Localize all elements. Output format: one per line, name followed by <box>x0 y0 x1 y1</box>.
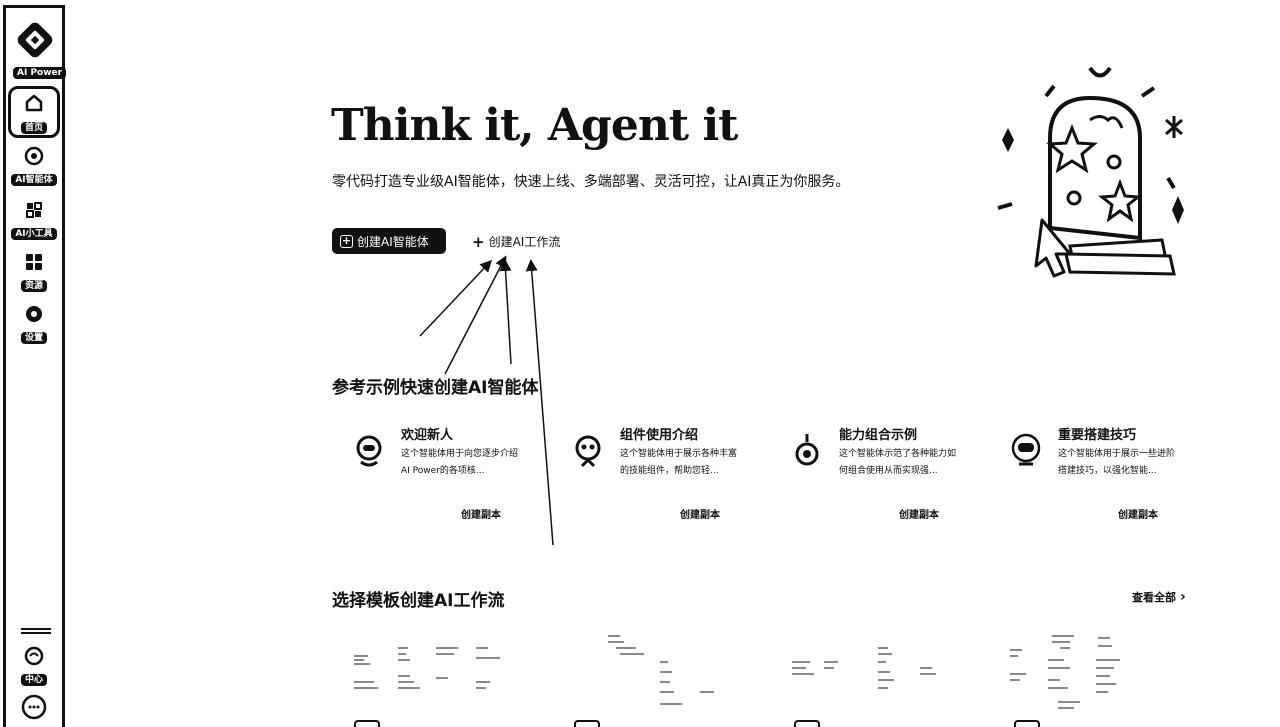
create-agent-button[interactable]: + 创建AI智能体 <box>332 228 446 254</box>
card-title: 欢迎新人 <box>401 428 454 443</box>
sidebar-item-settings[interactable]: 设置 <box>6 304 62 344</box>
sidebar-item-label: 中心 <box>20 674 47 686</box>
view-all-link[interactable]: 查看全部 › <box>1132 589 1186 605</box>
logo-icon <box>17 22 53 58</box>
hero-illustration <box>997 66 1184 278</box>
hero-title: Think it, Agent it <box>331 100 738 151</box>
template-icon <box>1014 720 1040 727</box>
sidebar-item-tools[interactable]: AI小工具 <box>6 200 62 240</box>
workflow-preview-thumbnail <box>608 635 714 705</box>
create-agent-label: 创建AI智能体 <box>357 234 429 249</box>
agent-icon <box>24 146 44 166</box>
workflow-template-card[interactable] <box>560 632 760 727</box>
create-copy-button[interactable]: 创建副本 <box>680 506 720 521</box>
card-description: 这个智能体用于向您逐步介绍AI Power的各项核... <box>401 449 519 476</box>
workflow-template-card[interactable] <box>780 632 980 727</box>
create-copy-button[interactable]: 创建副本 <box>1118 506 1158 521</box>
example-card[interactable]: 欢迎新人 这个智能体用于向您逐步介绍AI Power的各项核... 创建副本 <box>333 420 543 521</box>
sidebar-item-label: 首页 <box>20 122 47 134</box>
template-icon <box>574 720 600 727</box>
workflow-preview-thumbnail <box>354 647 500 689</box>
sidebar-item-home[interactable]: 首页 <box>8 86 60 138</box>
card-title: 重要搭建技巧 <box>1058 428 1137 443</box>
tools-icon <box>26 202 42 218</box>
plus-icon: + <box>472 232 485 251</box>
app-root: AI Power 首页 AI智能体 AI小工具 资源 设置 中心 Think i… <box>0 0 1280 727</box>
workflow-preview-thumbnail <box>792 647 936 689</box>
logo-label: AI Power <box>13 67 67 79</box>
robot-avatar-icon <box>356 435 382 467</box>
card-description: 这个智能体示范了各种能力如何组合使用从而实现强... <box>839 449 957 476</box>
grid-icon <box>26 254 42 270</box>
home-icon <box>25 94 43 112</box>
sidebar-item-label: AI智能体 <box>11 174 57 186</box>
chat-icon <box>21 694 47 720</box>
create-copy-button[interactable]: 创建副本 <box>461 506 501 521</box>
example-card[interactable]: 能力组合示例 这个智能体示范了各种能力如何组合使用从而实现强... 创建副本 <box>771 420 981 521</box>
create-workflow-label: 创建AI工作流 <box>488 235 561 249</box>
sidebar-item-agent[interactable]: AI智能体 <box>6 146 62 186</box>
card-description: 这个智能体用于展示一些进阶搭建技巧，以强化智能... <box>1058 449 1176 476</box>
example-card[interactable]: 组件使用介绍 这个智能体用于展示各种丰富的技能组件，帮助您轻... 创建副本 <box>552 420 762 521</box>
templates-title: 选择模板创建AI工作流 <box>332 591 505 611</box>
chevron-right-icon: › <box>1180 589 1186 605</box>
sidebar-item-chat[interactable] <box>6 694 62 721</box>
create-workflow-button[interactable]: + 创建AI工作流 <box>472 233 560 250</box>
view-all-label: 查看全部 <box>1132 591 1176 604</box>
template-icon <box>354 720 380 727</box>
examples-title: 参考示例快速创建AI智能体 <box>332 378 539 398</box>
workflow-preview-thumbnail <box>1010 635 1120 709</box>
card-title: 组件使用介绍 <box>620 428 699 443</box>
sidebar-item-center[interactable]: 中心 <box>6 646 62 686</box>
create-copy-button[interactable]: 创建副本 <box>899 506 939 521</box>
sidebar-item-resources[interactable]: 资源 <box>6 252 62 292</box>
robot-avatar-icon <box>795 434 819 466</box>
workflow-template-card[interactable] <box>1000 632 1200 727</box>
robot-avatar-icon <box>1011 433 1041 466</box>
sidebar-divider <box>21 628 51 634</box>
settings-icon <box>26 306 42 322</box>
workflow-template-card[interactable] <box>340 632 540 727</box>
template-icon <box>794 720 820 727</box>
sidebar-item-label: AI小工具 <box>11 228 57 240</box>
plus-icon: + <box>340 233 353 248</box>
example-card[interactable]: 重要搭建技巧 这个智能体用于展示一些进阶搭建技巧，以强化智能... 创建副本 <box>990 420 1200 521</box>
sidebar: AI Power 首页 AI智能体 AI小工具 资源 设置 中心 <box>3 5 67 727</box>
hero-subtitle: 零代码打造专业级AI智能体，快速上线、多端部署、灵活可控，让AI真正为你服务。 <box>332 174 850 190</box>
app-logo[interactable]: AI Power <box>13 20 67 79</box>
sidebar-item-label: 资源 <box>20 280 47 292</box>
card-title: 能力组合示例 <box>839 428 918 443</box>
card-description: 这个智能体用于展示各种丰富的技能组件，帮助您轻... <box>620 449 738 476</box>
community-icon <box>24 646 44 666</box>
sidebar-item-label: 设置 <box>20 332 47 344</box>
robot-avatar-icon <box>575 435 601 468</box>
